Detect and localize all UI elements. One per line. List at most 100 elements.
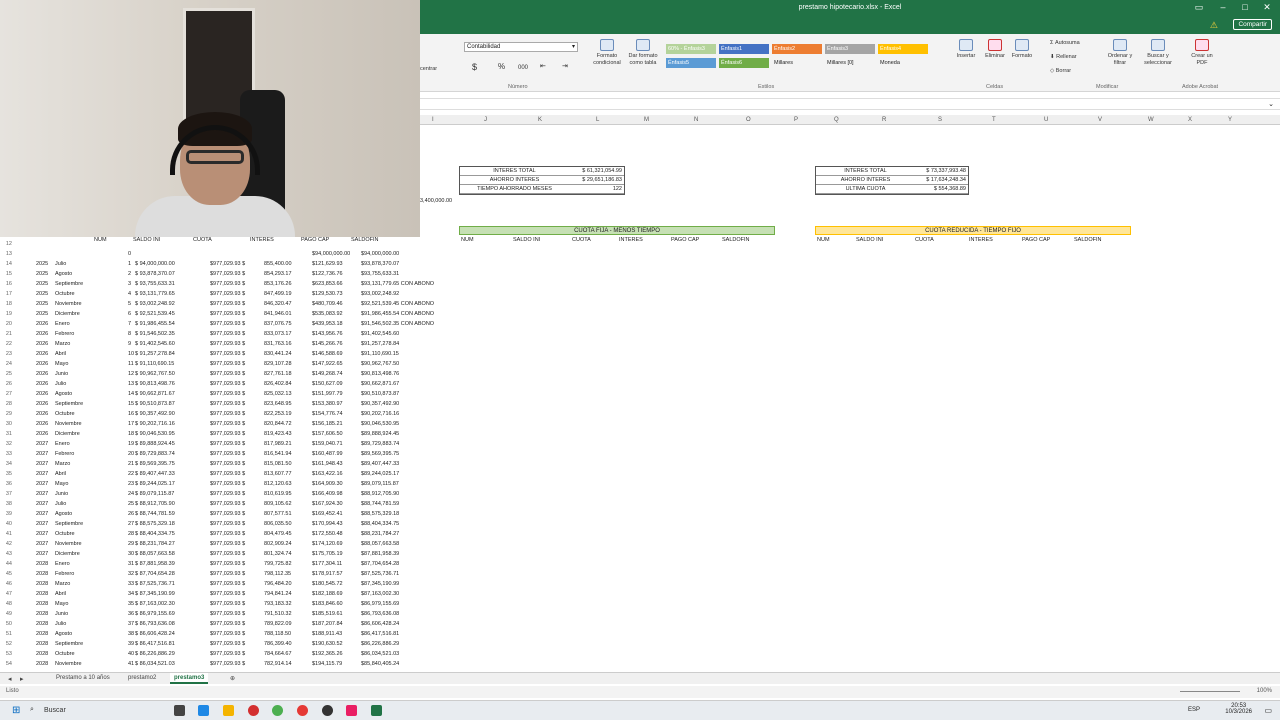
summary-right-row[interactable]: AHORRO INTERES $ 17,634,248.34 xyxy=(816,176,968,185)
num-cell[interactable]: 31 xyxy=(128,561,134,567)
num-cell[interactable]: 14 xyxy=(128,391,134,397)
pago-cap-cell[interactable]: $535,083.92 xyxy=(312,311,343,317)
clear-button[interactable]: ◇ Borrar xyxy=(1050,68,1071,75)
row-number[interactable]: 15 xyxy=(2,271,12,277)
saldo-fin-cell[interactable]: $86,606,428.24 xyxy=(361,621,399,627)
saldo-fin-cell[interactable]: $90,046,530.95 xyxy=(361,421,399,427)
interes-cell[interactable]: 837,076.75 xyxy=(264,321,292,327)
saldo-fin-cell[interactable]: $85,840,405.24 xyxy=(361,661,399,667)
interes-cell[interactable]: 804,479.45 xyxy=(264,531,292,537)
row-number[interactable]: 19 xyxy=(2,311,12,317)
summary-mid-row[interactable]: TIEMPO AHORRADO MESES 122 xyxy=(460,185,624,194)
saldo-fin-cell[interactable]: $89,244,025.17 xyxy=(361,471,399,477)
saldo-fin-cell[interactable]: $88,057,663.58 xyxy=(361,541,399,547)
num-cell[interactable]: 8 xyxy=(128,331,131,337)
row-number[interactable]: 25 xyxy=(2,371,12,377)
saldo-ini-cell[interactable]: $ 86,606,428.24 xyxy=(135,631,175,637)
saldo-fin-cell[interactable]: $86,226,886.29 xyxy=(361,641,399,647)
col-header-S[interactable]: S xyxy=(938,117,942,123)
fill-button[interactable]: ⬇ Rellenar xyxy=(1050,54,1077,61)
saldo-ini-cell[interactable]: $ 86,034,521.03 xyxy=(135,661,175,667)
row-number[interactable]: 41 xyxy=(2,531,12,537)
num-cell[interactable]: 26 xyxy=(128,511,134,517)
row-number[interactable]: 48 xyxy=(2,601,12,607)
row-number[interactable]: 13 xyxy=(2,251,12,257)
saldo-ini-cell[interactable]: $ 93,878,370.07 xyxy=(135,271,175,277)
saldo-fin-cell[interactable]: $90,510,873.87 xyxy=(361,391,399,397)
pago-cap-cell[interactable]: $175,705.19 xyxy=(312,551,343,557)
interes-cell[interactable]: 786,399.40 xyxy=(264,641,292,647)
pago-cap-cell[interactable]: $180,545.72 xyxy=(312,581,343,587)
num-cell[interactable]: 1 xyxy=(128,261,131,267)
interes-cell[interactable]: 816,541.94 xyxy=(264,451,292,457)
start-icon[interactable]: ⊞ xyxy=(12,705,20,716)
month-cell[interactable]: Mayo xyxy=(55,601,68,607)
interes-cell[interactable]: 815,081.50 xyxy=(264,461,292,467)
interes-cell[interactable]: 799,725.82 xyxy=(264,561,292,567)
interes-cell[interactable]: 830,441.24 xyxy=(264,351,292,357)
col-header-R[interactable]: R xyxy=(882,117,886,123)
saldo-fin-cell[interactable]: $87,704,654.28 xyxy=(361,561,399,567)
summary-mid-row[interactable]: INTERES TOTAL $ 61,321,054.99 xyxy=(460,167,624,176)
row-number[interactable]: 44 xyxy=(2,561,12,567)
excel-icon[interactable] xyxy=(371,705,382,716)
obs-icon[interactable] xyxy=(322,705,333,716)
num-cell[interactable]: 7 xyxy=(128,321,131,327)
num-cell[interactable]: 0 xyxy=(128,251,131,257)
saldo-fin-cell[interactable]: $92,521,539.45 CON ABONO xyxy=(361,301,434,307)
row-number[interactable]: 35 xyxy=(2,471,12,477)
saldo-ini-cell[interactable]: $ 91,257,278.84 xyxy=(135,351,175,357)
cuota-cell[interactable]: $977,029.93 $ xyxy=(210,341,245,347)
interes-cell[interactable]: 817,989.21 xyxy=(264,441,292,447)
interes-cell[interactable]: 833,073.17 xyxy=(264,331,292,337)
month-cell[interactable]: Junio xyxy=(55,371,68,377)
pago-cap-cell[interactable]: $129,530.73 xyxy=(312,291,343,297)
create-pdf-button[interactable]: Crear un PDF xyxy=(1188,39,1216,66)
interes-cell[interactable]: 809,105.62 xyxy=(264,501,292,507)
saldo-ini-cell[interactable]: $ 94,000,000.00 xyxy=(135,261,175,267)
interes-cell[interactable]: 812,120.63 xyxy=(264,481,292,487)
saldo-ini-cell[interactable]: $ 89,407,447.33 xyxy=(135,471,175,477)
month-cell[interactable]: Marzo xyxy=(55,581,70,587)
banner-cuota-reducida[interactable]: CUOTA REDUCIDA - TIEMPO FIJO xyxy=(815,226,1131,235)
saldo-fin-cell[interactable]: $89,569,395.75 xyxy=(361,451,399,457)
saldo-ini-cell[interactable]: $ 86,417,516.81 xyxy=(135,641,175,647)
saldo-ini-cell[interactable]: $ 88,231,784.27 xyxy=(135,541,175,547)
saldo-fin-cell[interactable]: $87,163,002.30 xyxy=(361,591,399,597)
month-cell[interactable]: Diciembre xyxy=(55,431,80,437)
num-cell[interactable]: 11 xyxy=(128,361,134,367)
pago-cap-cell[interactable]: $174,120.69 xyxy=(312,541,343,547)
saldo-fin-cell[interactable]: $88,912,705.90 xyxy=(361,491,399,497)
saldo-fin-cell[interactable]: $88,575,329.18 xyxy=(361,511,399,517)
thousands-icon[interactable]: 000 xyxy=(518,65,528,72)
month-cell[interactable]: Julio xyxy=(55,261,66,267)
saldo-fin-cell[interactable]: $89,079,115.87 xyxy=(361,481,399,487)
language-indicator[interactable]: ESP xyxy=(1188,707,1200,713)
banner-cuota-fija[interactable]: CUOTA FIJA - MENOS TIEMPO xyxy=(459,226,775,235)
saldo-fin-cell[interactable]: $86,417,516.81 xyxy=(361,631,399,637)
saldo-ini-cell[interactable]: $ 88,057,663.58 xyxy=(135,551,175,557)
pago-cap-cell[interactable]: $149,268.74 xyxy=(312,371,343,377)
sort-filter-button[interactable]: Ordenar y filtrar xyxy=(1104,39,1136,66)
format-table-button[interactable]: Dar formato como tabla xyxy=(625,39,661,66)
row-number[interactable]: 34 xyxy=(2,461,12,467)
month-cell[interactable]: Abril xyxy=(55,591,66,597)
month-cell[interactable]: Octubre xyxy=(55,411,75,417)
pago-cap-cell[interactable]: $170,994.43 xyxy=(312,521,343,527)
col-header-J[interactable]: J xyxy=(484,117,487,123)
saldo-fin-cell[interactable]: $93,131,779.65 CON ABONO xyxy=(361,281,434,287)
saldo-fin-cell[interactable]: $87,525,736.71 xyxy=(361,571,399,577)
col-header-V[interactable]: V xyxy=(1098,117,1102,123)
add-sheet-icon[interactable]: ⊕ xyxy=(230,675,235,682)
interes-cell[interactable]: 854,293.17 xyxy=(264,271,292,277)
saldo-ini-cell[interactable]: $ 93,755,633.31 xyxy=(135,281,175,287)
interes-cell[interactable]: 820,844.72 xyxy=(264,421,292,427)
col-header-K[interactable]: K xyxy=(538,117,542,123)
cuota-cell[interactable]: $977,029.93 $ xyxy=(210,611,245,617)
interes-cell[interactable]: 801,324.74 xyxy=(264,551,292,557)
col-header-I[interactable]: I xyxy=(432,117,434,123)
interes-cell[interactable]: 791,510.32 xyxy=(264,611,292,617)
num-cell[interactable]: 34 xyxy=(128,591,134,597)
year-cell[interactable]: 2026 xyxy=(36,401,48,407)
row-number[interactable]: 39 xyxy=(2,511,12,517)
